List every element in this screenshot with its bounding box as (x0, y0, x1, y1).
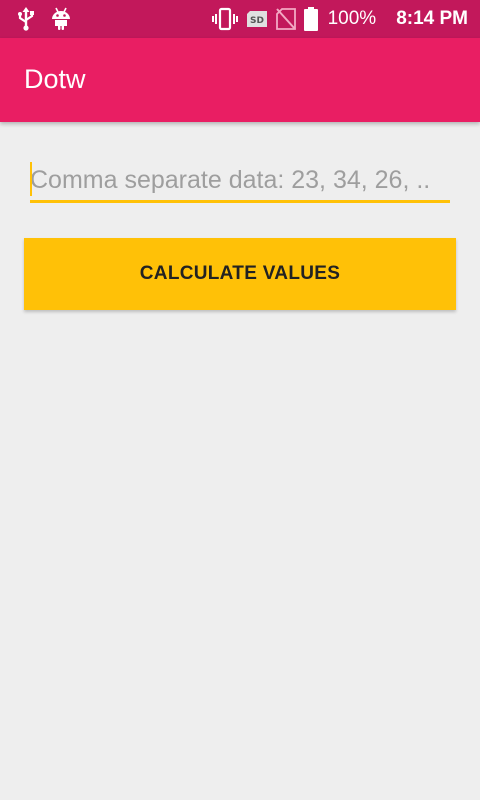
android-icon (50, 7, 72, 31)
data-input-container (30, 160, 450, 204)
text-cursor (30, 162, 32, 196)
calculate-values-button[interactable]: CALCULATE VALUES (24, 238, 456, 310)
sd-card-label: SD (250, 16, 264, 26)
battery-percentage: 100% (327, 8, 377, 29)
status-bar: SD 100% 8:14 PM (0, 0, 480, 38)
app-bar: Dotw (0, 38, 480, 122)
vibrate-icon (211, 7, 238, 31)
comma-data-input[interactable] (30, 160, 450, 203)
status-bar-right: SD 100% 8:14 PM (211, 6, 468, 32)
usb-icon (16, 7, 36, 31)
app-title: Dotw (24, 64, 86, 94)
battery-icon (303, 7, 318, 31)
sd-card-icon: SD (246, 10, 268, 28)
status-clock: 8:14 PM (396, 8, 468, 29)
status-bar-left (16, 6, 72, 32)
no-signal-icon (275, 7, 296, 31)
